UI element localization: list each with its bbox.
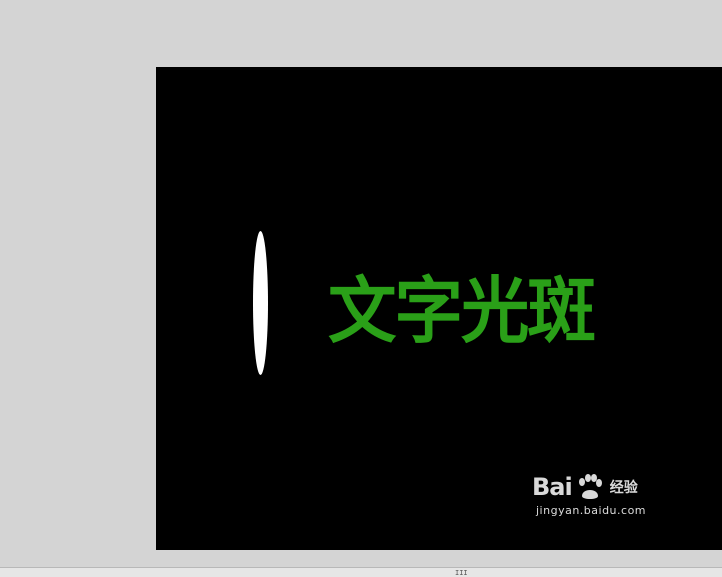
watermark-brand-right: 经验 — [609, 480, 638, 496]
editor-workspace: 文字光斑 Bai 经验 jingyan.baidu.com — [0, 0, 722, 567]
slide-canvas[interactable]: 文字光斑 Bai 经验 jingyan.baidu.com — [156, 67, 722, 550]
watermark-brand-row: Bai 经验 — [532, 472, 682, 502]
watermark-url: jingyan.baidu.com — [536, 504, 647, 517]
scrollbar-grip[interactable]: III — [455, 569, 468, 577]
watermark-brand-left: Bai — [532, 473, 573, 501]
light-spot-ellipse[interactable] — [253, 231, 268, 375]
baidu-paw-icon — [578, 474, 602, 499]
baidu-jingyan-watermark: Bai 经验 jingyan.baidu.com — [532, 472, 682, 532]
headline-text[interactable]: 文字光斑 — [328, 271, 596, 351]
horizontal-scrollbar[interactable]: III — [0, 567, 722, 577]
